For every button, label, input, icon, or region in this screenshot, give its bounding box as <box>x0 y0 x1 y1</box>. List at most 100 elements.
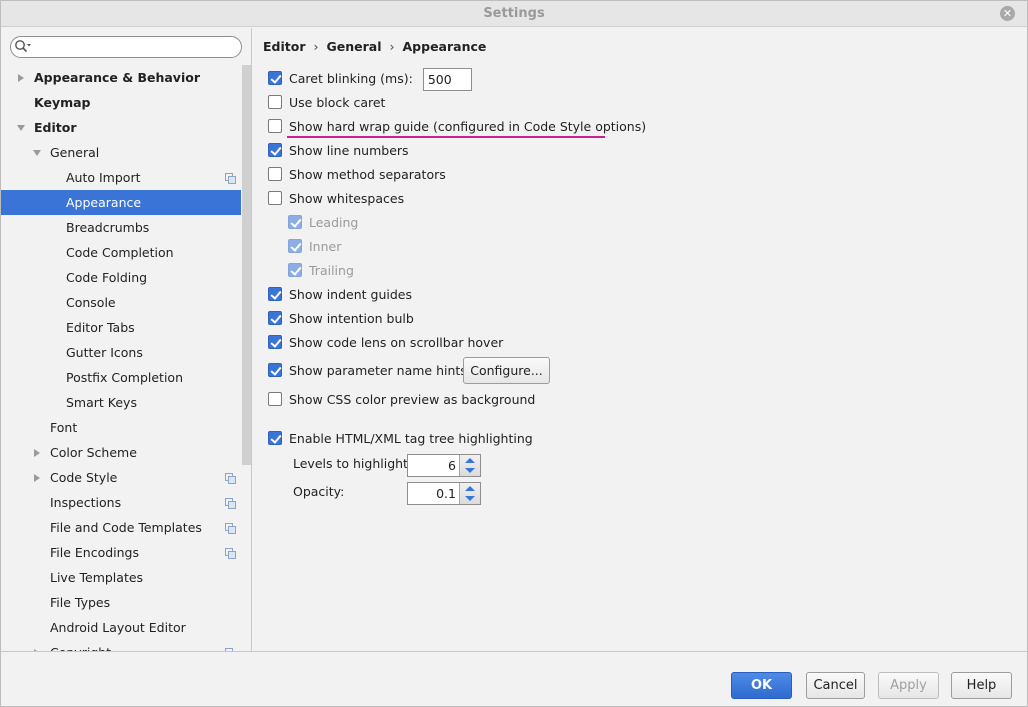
block-caret-checkbox[interactable] <box>268 95 282 109</box>
code-lens-checkbox[interactable] <box>268 335 282 349</box>
sidebar-item[interactable]: Console <box>1 290 241 315</box>
whitespaces-row: Show whitespaces <box>268 189 404 209</box>
dialog-footer: OK Cancel Apply Help <box>1 651 1027 706</box>
sidebar-item[interactable]: General <box>1 140 241 165</box>
project-settings-icon <box>225 523 236 534</box>
sidebar-scrollbar[interactable] <box>242 65 251 465</box>
sidebar-item-label: Editor <box>34 120 77 135</box>
settings-tree: Appearance & Behavior Keymap Editor General… <box>1 65 241 651</box>
sidebar-item[interactable]: File and Code Templates <box>1 515 241 540</box>
sidebar-item[interactable]: Gutter Icons <box>1 340 241 365</box>
sidebar-item[interactable]: File Types <box>1 590 241 615</box>
appearance-panel: Editor › General › Appearance Caret blinking… <box>253 28 1027 651</box>
sidebar-item[interactable]: File Encodings <box>1 540 241 565</box>
levels-spinner[interactable]: 6 <box>407 454 481 477</box>
sidebar-item-label: Smart Keys <box>66 395 137 410</box>
whitespaces-checkbox[interactable] <box>268 191 282 205</box>
project-settings-icon <box>225 473 236 484</box>
sidebar-item[interactable]: Appearance <box>1 190 241 215</box>
leading-label: Leading <box>309 215 359 230</box>
spin-down-icon[interactable] <box>465 496 475 501</box>
line-numbers-checkbox[interactable] <box>268 143 282 157</box>
opacity-spin-buttons[interactable] <box>459 483 480 504</box>
css-color-checkbox[interactable] <box>268 392 282 406</box>
caret-blinking-checkbox[interactable] <box>268 71 282 85</box>
sidebar-item[interactable]: Copyright <box>1 640 241 651</box>
title-bar: Settings ✕ <box>1 1 1027 27</box>
method-separators-checkbox[interactable] <box>268 167 282 181</box>
sidebar-item[interactable]: Code Completion <box>1 240 241 265</box>
caret-blinking-row: Caret blinking (ms): 500 <box>268 68 472 91</box>
opacity-spinner[interactable]: 0.1 <box>407 482 481 505</box>
levels-value[interactable]: 6 <box>448 455 456 476</box>
project-settings-icon <box>225 498 236 509</box>
sidebar-item[interactable]: Code Style <box>1 465 241 490</box>
sidebar-item-label: Color Scheme <box>50 445 137 460</box>
opacity-value[interactable]: 0.1 <box>436 483 456 504</box>
sidebar-item[interactable]: Font <box>1 415 241 440</box>
sidebar-item-label: Breadcrumbs <box>66 220 150 235</box>
sidebar-item-label: General <box>50 145 100 160</box>
caret-blinking-label: Caret blinking (ms): <box>289 71 413 86</box>
help-button[interactable]: Help <box>951 672 1012 699</box>
inner-checkbox[interactable] <box>288 239 302 253</box>
sidebar-item[interactable]: Appearance & Behavior <box>1 65 241 90</box>
sidebar-item[interactable]: Smart Keys <box>1 390 241 415</box>
leading-checkbox[interactable] <box>288 215 302 229</box>
trailing-checkbox[interactable] <box>288 263 302 277</box>
indent-guides-label: Show indent guides <box>289 287 412 302</box>
spin-up-icon[interactable] <box>465 486 475 491</box>
window-title: Settings <box>483 6 545 21</box>
tag-tree-checkbox[interactable] <box>268 431 282 445</box>
chevron-right-icon[interactable] <box>32 448 42 458</box>
sidebar-item-label: Android Layout Editor <box>50 620 186 635</box>
highlight-underline <box>287 136 605 138</box>
sidebar-item[interactable]: Live Templates <box>1 565 241 590</box>
search-input[interactable] <box>10 36 242 58</box>
breadcrumb-editor[interactable]: Editor <box>263 39 306 54</box>
configure-button[interactable]: Configure... <box>463 357 550 384</box>
breadcrumb-general[interactable]: General <box>327 39 382 54</box>
spin-down-icon[interactable] <box>465 468 475 473</box>
indent-guides-checkbox[interactable] <box>268 287 282 301</box>
sidebar-item-label: Console <box>66 295 116 310</box>
sidebar-item[interactable]: Auto Import <box>1 165 241 190</box>
chevron-down-icon[interactable] <box>32 148 42 158</box>
apply-button[interactable]: Apply <box>878 672 939 699</box>
sidebar-item-label: Font <box>50 420 78 435</box>
method-separators-row: Show method separators <box>268 165 446 185</box>
css-color-row: Show CSS color preview as background <box>268 390 535 410</box>
sidebar-item[interactable]: Breadcrumbs <box>1 215 241 240</box>
method-separators-label: Show method separators <box>289 167 446 182</box>
intention-bulb-row: Show intention bulb <box>268 309 414 329</box>
chevron-down-icon[interactable] <box>16 123 26 133</box>
param-hints-checkbox[interactable] <box>268 363 282 377</box>
ok-button[interactable]: OK <box>731 672 792 699</box>
sidebar-item[interactable]: Postfix Completion <box>1 365 241 390</box>
param-hints-row: Show parameter name hints <box>268 361 467 381</box>
block-caret-label: Use block caret <box>289 95 386 110</box>
cancel-button[interactable]: Cancel <box>806 672 865 699</box>
sidebar-item[interactable]: Code Folding <box>1 265 241 290</box>
sidebar-item-label: Editor Tabs <box>66 320 135 335</box>
sidebar-item[interactable]: Keymap <box>1 90 241 115</box>
breadcrumb-appearance: Appearance <box>402 39 487 54</box>
settings-sidebar: Appearance & Behavior Keymap Editor General… <box>1 28 252 651</box>
line-numbers-row: Show line numbers <box>268 141 409 161</box>
sidebar-item[interactable]: Android Layout Editor <box>1 615 241 640</box>
caret-blinking-input[interactable]: 500 <box>422 68 472 91</box>
close-icon[interactable]: ✕ <box>1000 6 1015 21</box>
sidebar-item[interactable]: Color Scheme <box>1 440 241 465</box>
chevron-right-icon[interactable] <box>32 473 42 483</box>
sidebar-item[interactable]: Editor Tabs <box>1 315 241 340</box>
levels-spin-buttons[interactable] <box>459 455 480 476</box>
sidebar-item-label: Keymap <box>34 95 91 110</box>
hard-wrap-checkbox[interactable] <box>268 119 282 133</box>
sidebar-item-label: Code Style <box>50 470 118 485</box>
intention-bulb-checkbox[interactable] <box>268 311 282 325</box>
sidebar-item[interactable]: Editor <box>1 115 241 140</box>
sidebar-item[interactable]: Inspections <box>1 490 241 515</box>
code-lens-row: Show code lens on scrollbar hover <box>268 333 503 353</box>
spin-up-icon[interactable] <box>465 458 475 463</box>
chevron-right-icon[interactable] <box>16 73 26 83</box>
